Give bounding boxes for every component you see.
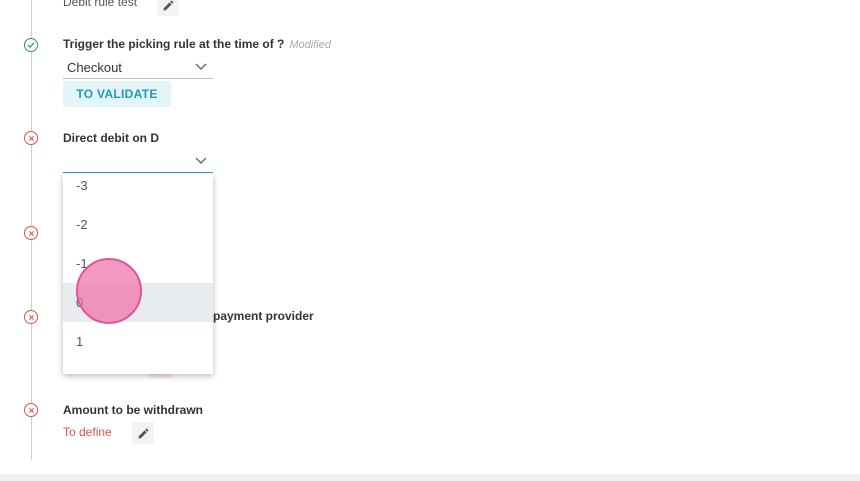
- pencil-icon: [138, 428, 148, 438]
- chevron-down-icon: [195, 63, 207, 70]
- amount-value[interactable]: To define: [63, 425, 112, 439]
- direct-debit-label: Direct debit on D: [63, 131, 160, 145]
- amount-label: Amount to be withdrawn: [63, 403, 203, 417]
- step-error-icon: [24, 226, 38, 240]
- modified-badge: Modified: [289, 39, 331, 51]
- step-done-icon: [24, 38, 38, 52]
- x-icon: [28, 407, 34, 413]
- to-validate-button[interactable]: TO VALIDATE: [63, 81, 171, 107]
- direct-debit-select[interactable]: [63, 151, 213, 173]
- step-error-icon: [24, 131, 38, 145]
- check-icon: [27, 42, 35, 49]
- payment-provider-label: payment provider: [213, 309, 314, 323]
- step-error-icon: [24, 310, 38, 324]
- trigger-rule-label-text: Trigger the picking rule at the time of …: [63, 37, 285, 51]
- pencil-icon: [163, 0, 173, 10]
- x-icon: [28, 135, 34, 141]
- chevron-down-icon: [195, 157, 207, 164]
- edit-rule-name-button[interactable]: [157, 0, 179, 16]
- rule-name-text: Debit rule test: [63, 0, 138, 9]
- click-indicator: [76, 258, 142, 324]
- x-icon: [28, 230, 34, 236]
- dropdown-option[interactable]: -2: [63, 205, 213, 244]
- step-error-icon: [24, 403, 38, 417]
- x-icon: [28, 314, 34, 320]
- dropdown-option[interactable]: 1: [63, 322, 213, 361]
- footer-bar: [0, 474, 860, 481]
- dropdown-option[interactable]: -3: [63, 174, 213, 205]
- trigger-rule-label: Trigger the picking rule at the time of …: [63, 37, 331, 51]
- trigger-select[interactable]: Checkout: [63, 57, 213, 79]
- trigger-select-value: Checkout: [67, 60, 122, 75]
- edit-amount-button[interactable]: [132, 422, 154, 444]
